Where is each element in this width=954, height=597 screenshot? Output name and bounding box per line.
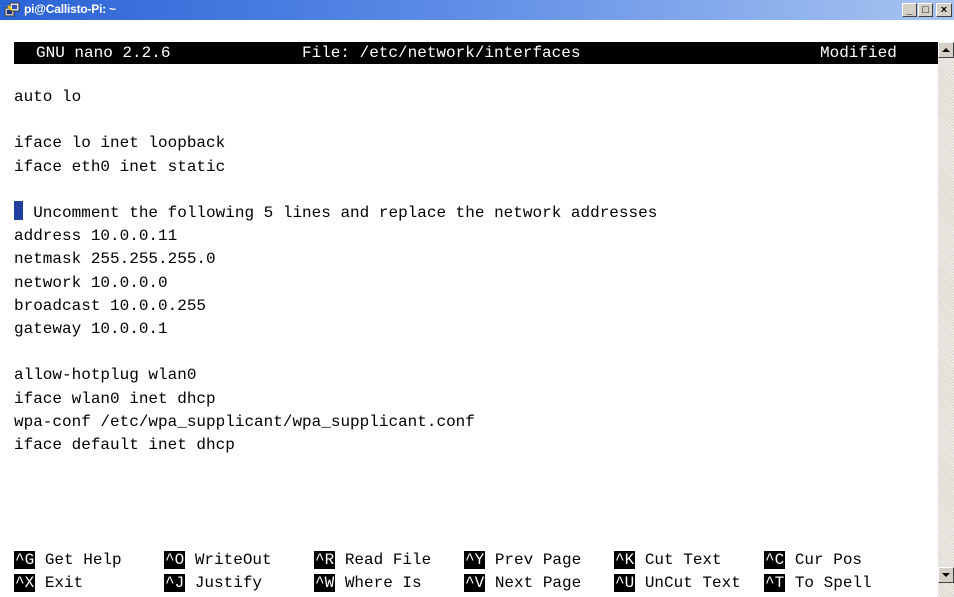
shortcut-label: Cut Text	[644, 551, 722, 569]
shortcut-key: ^Y	[464, 551, 486, 569]
shortcut-item: ^C Cur Pos	[764, 549, 862, 572]
shortcut-item: ^J Justify	[164, 572, 262, 595]
shortcut-item: ^T To Spell	[764, 572, 872, 595]
editor-line[interactable]: gateway 10.0.0.1	[14, 318, 168, 341]
editor-line[interactable]: iface eth0 inet static	[14, 156, 225, 179]
editor-line[interactable]: auto lo	[14, 86, 81, 109]
shortcut-key: ^W	[314, 574, 336, 592]
shortcut-label: Next Page	[494, 574, 582, 592]
title-bar[interactable]: pi@Callisto-Pi: ~ _ □ ×	[0, 0, 954, 20]
shortcut-label: Cur Pos	[794, 551, 863, 569]
shortcut-key: ^T	[764, 574, 786, 592]
terminal-window: pi@Callisto-Pi: ~ _ □ × GNU nano 2.2.6 F…	[0, 0, 954, 597]
shortcut-item: ^U UnCut Text	[614, 572, 741, 595]
shortcut-key: ^J	[164, 574, 186, 592]
shortcut-label: UnCut Text	[644, 574, 741, 592]
shortcut-key: ^R	[314, 551, 336, 569]
arrow-up-icon	[942, 48, 950, 52]
editor-line[interactable]: iface lo inet loopback	[14, 132, 225, 155]
shortcut-key: ^K	[614, 551, 636, 569]
file-name: File: /etc/network/interfaces	[302, 44, 581, 62]
vertical-scrollbar[interactable]	[938, 42, 954, 597]
maximize-button[interactable]: □	[918, 3, 933, 17]
editor-line[interactable]: iface wlan0 inet dhcp	[14, 388, 216, 411]
shortcut-label: Exit	[44, 574, 84, 592]
terminal-screen[interactable]: GNU nano 2.2.6 File: /etc/network/interf…	[0, 20, 938, 597]
shortcut-key: ^U	[614, 574, 636, 592]
text-cursor	[14, 201, 23, 220]
nano-header-bar: GNU nano 2.2.6 File: /etc/network/interf…	[14, 42, 938, 64]
shortcut-label: Where Is	[344, 574, 422, 592]
shortcut-item: ^G Get Help	[14, 549, 122, 572]
shortcut-label: Justify	[194, 574, 263, 592]
arrow-down-icon	[942, 573, 950, 577]
editor-line[interactable]: # Uncomment the following 5 lines and re…	[14, 202, 657, 225]
shortcut-key: ^X	[14, 574, 36, 592]
shortcut-item: ^R Read File	[314, 549, 431, 572]
minimize-button[interactable]: _	[902, 3, 917, 17]
putty-icon	[4, 2, 20, 17]
shortcut-label: Prev Page	[494, 551, 582, 569]
shortcut-key: ^V	[464, 574, 486, 592]
shortcut-label: WriteOut	[194, 551, 272, 569]
editor-line[interactable]: wpa-conf /etc/wpa_supplicant/wpa_supplic…	[14, 411, 475, 434]
scroll-up-button[interactable]	[938, 42, 954, 58]
shortcut-key: ^C	[764, 551, 786, 569]
shortcut-label: Read File	[344, 551, 432, 569]
scroll-down-button[interactable]	[938, 567, 954, 583]
editor-line[interactable]: broadcast 10.0.0.255	[14, 295, 206, 318]
shortcut-label: To Spell	[794, 574, 872, 592]
shortcut-key: ^O	[164, 551, 186, 569]
window-title: pi@Callisto-Pi: ~	[24, 2, 116, 16]
editor-line[interactable]: allow-hotplug wlan0	[14, 364, 196, 387]
close-button[interactable]: ×	[936, 3, 952, 17]
shortcut-item: ^Y Prev Page	[464, 549, 581, 572]
modified-status: Modified	[820, 44, 897, 62]
shortcut-item: ^K Cut Text	[614, 549, 722, 572]
shortcut-item: ^W Where Is	[314, 572, 422, 595]
shortcut-item: ^V Next Page	[464, 572, 581, 595]
editor-line[interactable]: network 10.0.0.0	[14, 272, 168, 295]
editor-line[interactable]: address 10.0.0.11	[14, 225, 177, 248]
shortcut-item: ^X Exit	[14, 572, 83, 595]
editor-line[interactable]: netmask 255.255.255.0	[14, 248, 216, 271]
nano-version: GNU nano 2.2.6	[36, 44, 171, 62]
shortcut-item: ^O WriteOut	[164, 549, 272, 572]
shortcut-label: Get Help	[44, 551, 122, 569]
shortcut-key: ^G	[14, 551, 36, 569]
editor-line[interactable]: iface default inet dhcp	[14, 434, 235, 457]
